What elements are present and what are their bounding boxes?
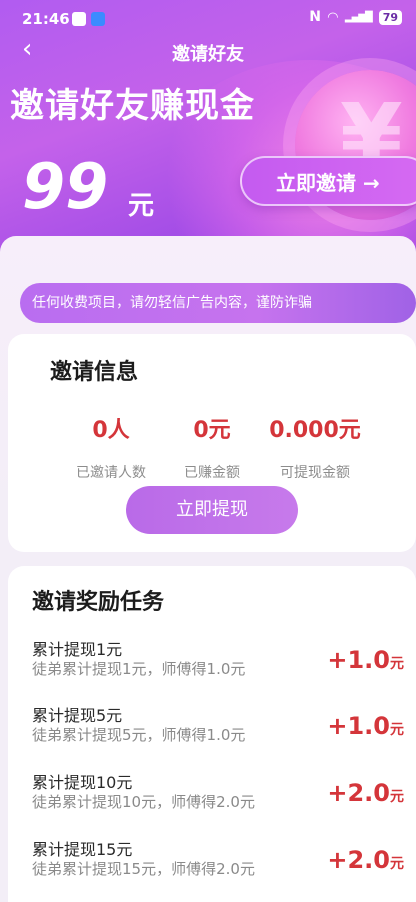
- task-item: 累计提现10元 徒弟累计提现10元，师傅得2.0元 +2.0元: [32, 769, 412, 821]
- task-reward-unit: 元: [390, 722, 404, 738]
- task-item: 累计提现5元 徒弟累计提现5元，师傅得1.0元 +1.0元: [32, 702, 412, 754]
- stat-value: 0.000元: [269, 418, 361, 443]
- signal-icon: ▂▄▆█: [344, 11, 373, 23]
- invite-info-title: 邀请信息: [50, 360, 139, 385]
- task-reward-unit: 元: [390, 656, 404, 672]
- invite-now-button[interactable]: 立即邀请 →: [240, 156, 416, 206]
- task-desc: 徒弟累计提现5元，师傅得1.0元: [32, 726, 246, 744]
- task-reward: +1.0元: [327, 712, 404, 740]
- task-reward-unit: 元: [390, 789, 404, 805]
- status-bar: 21:46 N ◠ ▂▄▆█ 79: [0, 0, 416, 34]
- task-reward-unit: 元: [390, 856, 404, 872]
- hero-amount: 99: [22, 150, 109, 223]
- task-item: 累计提现15元 徒弟累计提现15元，师傅得2.0元 +2.0元: [32, 836, 412, 888]
- hero-amount-unit: 元: [128, 191, 155, 221]
- app-notification-icon: [91, 12, 105, 26]
- reward-tasks-card: 邀请奖励任务 累计提现1元 徒弟累计提现1元，师傅得1.0元 +1.0元 累计提…: [8, 566, 416, 902]
- invite-info-card: 邀请信息 0人 已邀请人数 0元 已赚金额 0.000元 可提现金额 立即提现: [8, 334, 416, 552]
- task-reward: +2.0元: [327, 779, 404, 807]
- stat-withdrawable-amount: 0.000元 可提现金额: [250, 412, 380, 482]
- task-item: 累计提现1元 徒弟累计提现1元，师傅得1.0元 +1.0元: [32, 636, 412, 688]
- battery-icon: 79: [378, 9, 402, 25]
- task-desc: 徒弟累计提现1元，师傅得1.0元: [32, 660, 246, 678]
- task-reward: +2.0元: [327, 846, 404, 874]
- task-reward-value: +1.0: [327, 712, 390, 740]
- status-indicators: N ◠ ▂▄▆█ 79: [309, 9, 402, 25]
- task-name: 累计提现15元: [32, 840, 133, 859]
- task-name: 累计提现5元: [32, 706, 123, 725]
- withdraw-now-button[interactable]: 立即提现: [126, 486, 298, 534]
- hero-headline: 邀请好友赚现金: [10, 86, 255, 126]
- task-reward-value: +1.0: [327, 646, 390, 674]
- notice-marquee: 任何收费项目，请勿轻信广告内容，谨防诈骗: [20, 283, 416, 323]
- task-desc: 徒弟累计提现10元，师傅得2.0元: [32, 793, 255, 811]
- nfc-icon: N: [309, 9, 321, 25]
- task-reward-value: +2.0: [327, 779, 390, 807]
- task-name: 累计提现10元: [32, 773, 133, 792]
- status-time: 21:46: [22, 10, 70, 28]
- reward-tasks-title: 邀请奖励任务: [32, 590, 165, 615]
- qq-notification-icon: [72, 12, 86, 26]
- task-reward-value: +2.0: [327, 846, 390, 874]
- task-reward: +1.0元: [327, 646, 404, 674]
- task-name: 累计提现1元: [32, 640, 123, 659]
- stat-label: 可提现金额: [280, 465, 350, 481]
- task-desc: 徒弟累计提现15元，师傅得2.0元: [32, 860, 255, 878]
- wifi-icon: ◠: [327, 9, 338, 25]
- page-title: 邀请好友: [172, 44, 244, 65]
